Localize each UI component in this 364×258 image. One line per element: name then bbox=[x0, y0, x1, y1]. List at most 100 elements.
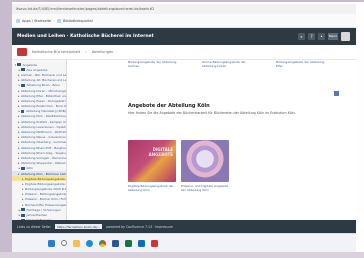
windows-taskbar bbox=[12, 233, 356, 252]
notification-icon[interactable]: • bbox=[318, 33, 325, 40]
app-icon[interactable] bbox=[151, 239, 158, 247]
section-heading: Angebote der Abteilung Köln bbox=[128, 103, 210, 109]
breadcrumb-item-space[interactable]: Katholische Büchereiarbeit bbox=[32, 50, 80, 54]
sidebar-tree-item[interactable]: ▸ Abteilung Köln - Stadtbücherei... bbox=[12, 114, 66, 119]
chevron-right-icon[interactable]: ▸ bbox=[18, 73, 20, 77]
chevron-right-icon[interactable]: ▸ bbox=[18, 125, 20, 129]
sidebar-tree-item[interactable]: ▸ Abteilung Rhein-Erft - Bergheim... bbox=[12, 145, 66, 150]
sidebar-tree-item[interactable]: ▸ Abteilung Heinsberg (KÖB) bbox=[12, 109, 66, 114]
sidebar-tree-item[interactable]: ▸ Fachtage / Schulungen bbox=[12, 207, 66, 212]
sidebar-item-label: Abteilung Solingen - Remscheid... bbox=[21, 155, 67, 160]
sidebar-tree-item[interactable]: ▸Abteilung Krefeld - Kempen Viersen... bbox=[12, 119, 66, 124]
page-icon bbox=[21, 83, 25, 87]
sidebar-item-label: Digitale Bildungsangebote der... bbox=[25, 181, 66, 186]
site-title[interactable]: Medien und Leihen · Katholische Bücherei… bbox=[17, 34, 154, 39]
monitor-screen: ltsavo.hd.de/?/45EI/cmi/fernlesefenster/… bbox=[12, 4, 356, 252]
chevron-right-icon[interactable]: ▸ bbox=[18, 156, 20, 160]
avatar[interactable] bbox=[341, 32, 350, 41]
chevron-right-icon[interactable]: ▸ bbox=[18, 135, 20, 139]
card-title-link[interactable]: Bildungsangebote der Abteilung Eifel bbox=[276, 60, 328, 78]
offer-image[interactable]: DIGITALE ANGEBOTE bbox=[128, 140, 176, 182]
chrome-browser-icon[interactable] bbox=[99, 239, 106, 247]
chevron-right-icon[interactable]: ▸ bbox=[18, 161, 20, 165]
sidebar-tree-item[interactable]: ▸ Aachen - Bib. Bücherei und Leih... bbox=[12, 72, 66, 77]
space-logo-icon[interactable] bbox=[17, 48, 27, 56]
chevron-right-icon[interactable]: ▸ bbox=[18, 89, 20, 93]
sidebar-item-label: Abteilung Eifel - Bibliothek und... bbox=[21, 93, 67, 98]
sidebar-tree-item[interactable]: ▸ Abteilung Bonn - Bonn bbox=[12, 83, 66, 88]
frame-border-bottom bbox=[0, 252, 364, 258]
chevron-right-icon[interactable]: ▸ bbox=[18, 94, 20, 98]
chevron-right-icon[interactable]: ▸ bbox=[18, 114, 20, 118]
card-title-link[interactable]: Online-Bildungsangebote der Abteilung Dü… bbox=[202, 60, 254, 78]
chevron-right-icon[interactable]: ▸ bbox=[18, 130, 20, 134]
chevron-right-icon[interactable]: ▸ bbox=[18, 146, 20, 150]
bookmark-apps[interactable]: Apps / Startseite bbox=[16, 18, 51, 23]
chevron-right-icon[interactable]: ▸ bbox=[22, 187, 24, 191]
chevron-right-icon[interactable]: ▸ bbox=[18, 151, 20, 155]
sidebar-item-label: Abteilung Köln - Stadtbücherei... bbox=[21, 114, 67, 119]
card-title-link[interactable]: Bildungsangebote der Abteilung Aachen bbox=[128, 60, 180, 78]
chevron-right-icon[interactable]: ▸ bbox=[22, 192, 24, 196]
page-tree-sidebar: ▾ Angebote ▸ Alle Angebote ▸ Aachen - Bib. Bü… bbox=[12, 60, 67, 220]
sidebar-tree-item[interactable]: ▸ Abteilung Eifel - Bibliothek und... bbox=[12, 93, 66, 98]
photo-frame: ltsavo.hd.de/?/45EI/cmi/fernlesefenster/… bbox=[0, 0, 364, 258]
footer-link-badge[interactable]: https://fernleihen.koeln.de/... bbox=[54, 224, 103, 229]
sidebar-tree-item[interactable]: ▸ Abteilung Mettmann - Wülfrath... bbox=[12, 129, 66, 134]
chevron-right-icon[interactable]: ▸ bbox=[22, 182, 24, 186]
chevron-right-icon[interactable]: ▸ bbox=[18, 78, 20, 82]
chevron-right-icon[interactable]: ▸ bbox=[18, 120, 20, 124]
bookmark-icon bbox=[16, 18, 20, 23]
offer-image[interactable] bbox=[181, 140, 229, 182]
chevron-right-icon[interactable]: ▸ bbox=[22, 197, 24, 201]
sidebar-tree-item[interactable]: ▸ Abteilung Wuppertal - Velbert... bbox=[12, 161, 66, 166]
sidebar-item-label: Fachtage / Schulungen bbox=[26, 207, 61, 212]
sidebar-tree-item[interactable]: ▸ Abteilung Rhein-Sieg - Siegburg... bbox=[12, 150, 66, 155]
search-icon[interactable] bbox=[61, 240, 67, 246]
frame-border-left bbox=[0, 0, 12, 258]
address-bar[interactable]: ltsavo.hd.de/?/45EI/cmi/fernlesefenster/… bbox=[12, 4, 356, 14]
sidebar-tree-item[interactable]: ▸Abteilung Essen - Ruhrgebiet Ruhr... bbox=[12, 98, 66, 103]
sidebar-item-label: Bildungsangebote 2020 Präsenz... bbox=[25, 187, 67, 192]
sidebar-tree-item[interactable]: ▸Abteilung Alt. Bücherei und Leih... bbox=[12, 78, 66, 83]
breadcrumb-separator: › bbox=[85, 50, 87, 54]
chevron-right-icon[interactable]: ▸ bbox=[22, 177, 24, 181]
offer-title-link[interactable]: Digitale Bildungsangebote der Abteilung … bbox=[128, 184, 176, 192]
bookmark-icon bbox=[57, 18, 62, 23]
breadcrumb-item-section[interactable]: Abteilungen bbox=[92, 50, 114, 54]
sidebar-tree-item[interactable]: ▸ Abteilung Solingen - Remscheid... bbox=[12, 155, 66, 160]
page-icon bbox=[21, 213, 25, 217]
file-explorer-icon[interactable] bbox=[73, 239, 80, 247]
sidebar-item-label: Abteilung Alt. Bücherei und Leih... bbox=[21, 78, 67, 83]
page-icon bbox=[21, 208, 25, 212]
edge-browser-icon[interactable] bbox=[86, 239, 93, 247]
chevron-right-icon[interactable]: ▸ bbox=[18, 99, 20, 103]
bookmark-portal[interactable]: Bibliotheksportal bbox=[57, 18, 93, 23]
chevron-right-icon[interactable]: ▸ bbox=[18, 172, 20, 176]
offer-card[interactable]: Präsenz- und Digitale Angebote der Abtei… bbox=[181, 140, 229, 200]
sidebar-tree-item[interactable]: ▸Abteilung Euskirchen - Bonn Rhein... bbox=[12, 104, 66, 109]
chevron-right-icon[interactable]: ▸ bbox=[18, 140, 20, 144]
footer-powered-by[interactable]: powered by Confluence 7.13 · Impressum bbox=[106, 225, 173, 229]
breadcrumb: Katholische Büchereiarbeit › Abteilungen bbox=[12, 45, 356, 60]
excel-icon[interactable] bbox=[125, 239, 132, 247]
offer-card[interactable]: DIGITALE ANGEBOTE Digitale Bildungsangeb… bbox=[128, 140, 176, 200]
sidebar-tree-item[interactable]: ▸Abteilung Oberberg - Gummersbach... bbox=[12, 140, 66, 145]
offer-title-link[interactable]: Präsenz- und Digitale Angebote der Abtei… bbox=[181, 184, 229, 192]
menu-toggle[interactable]: Menü bbox=[328, 33, 338, 40]
sidebar-tree-item[interactable]: ▸ Abteilung Köln - Bücherei Leihe... bbox=[12, 170, 67, 177]
word-icon[interactable] bbox=[112, 239, 119, 247]
chevron-right-icon[interactable]: ▸ bbox=[22, 203, 24, 207]
search-icon[interactable]: ⌕ bbox=[298, 33, 305, 40]
sidebar-tree-item[interactable]: ▸ Abteilung Neuss - Grevenbroich... bbox=[12, 135, 66, 140]
sidebar-item-label: Abteilung Köln - Bücherei Leihe... bbox=[21, 171, 67, 176]
sidebar-item-label: Abteilung Wuppertal - Velbert... bbox=[21, 161, 67, 166]
edit-button[interactable] bbox=[334, 91, 339, 96]
sidebar-tree-item[interactable]: ▸Abteilung Düren - Mönchengladba... bbox=[12, 88, 66, 93]
sidebar-tree-item[interactable]: ▸ Abteilung Leverkusen - Opladen bbox=[12, 124, 66, 129]
sidebar-item-label: Präsenz - Bücher Köln / Fort... bbox=[25, 197, 67, 202]
chevron-right-icon[interactable]: ▸ bbox=[18, 104, 20, 108]
windows-start-icon[interactable] bbox=[48, 239, 55, 247]
help-icon[interactable]: ? bbox=[308, 33, 315, 40]
mail-icon[interactable] bbox=[138, 239, 145, 247]
